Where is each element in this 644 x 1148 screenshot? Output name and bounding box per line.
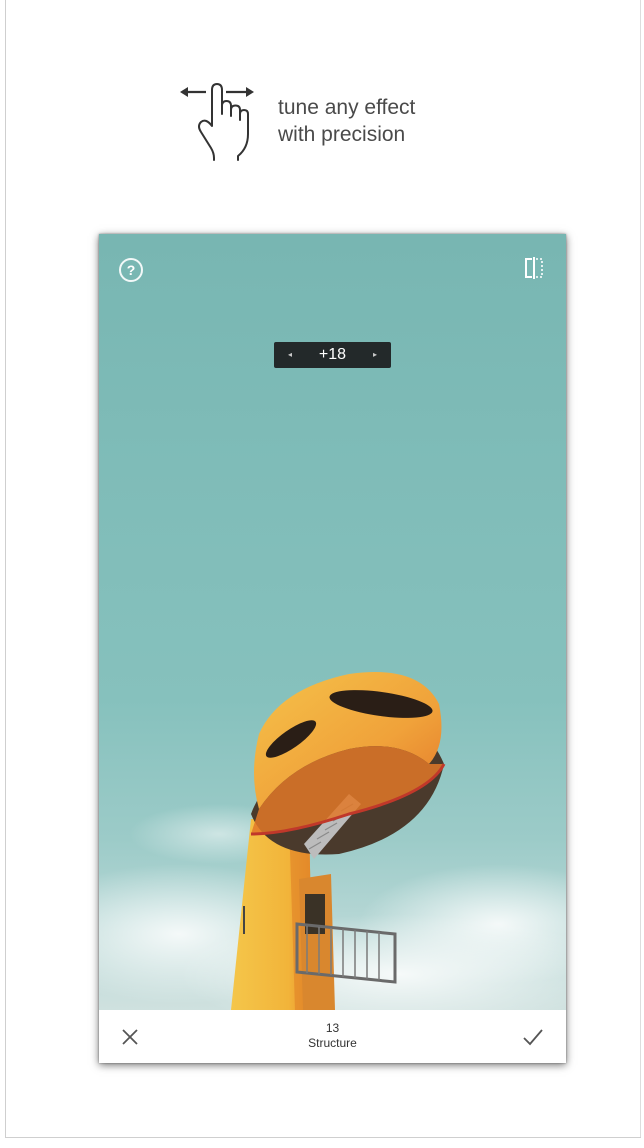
frame-edge-left (5, 0, 6, 1138)
tutorial-hint: tune any effect with precision (178, 80, 478, 164)
adjustment-value-pill[interactable]: ◂ +18 ▸ (274, 342, 391, 368)
question-circle-icon: ? (126, 262, 136, 278)
close-icon (122, 1029, 138, 1045)
swipe-left-right-hand-icon (178, 80, 260, 164)
tool-value: 13 (325, 1021, 340, 1035)
app-screen: tune any effect with precision ? ◂ +18 ▸… (0, 0, 644, 1148)
tool-name: Structure (308, 1036, 357, 1050)
frame-edge-bottom (5, 1137, 641, 1138)
frame-edge-right (640, 0, 641, 1138)
help-button[interactable]: ? (119, 258, 143, 282)
checkmark-icon (523, 1029, 543, 1046)
hint-line-1: tune any effect (278, 96, 416, 119)
compare-button[interactable] (523, 256, 545, 280)
compare-split-icon (525, 257, 543, 279)
cancel-button[interactable] (119, 1026, 141, 1048)
hint-line-2: with precision (278, 123, 406, 146)
bottom-toolbar: 13 Structure (99, 1010, 566, 1063)
apply-button[interactable] (521, 1026, 545, 1048)
increase-arrow-icon[interactable]: ▸ (365, 342, 385, 368)
tool-info: 13 Structure (249, 1021, 416, 1051)
editor-preview: ? ◂ +18 ▸ 13 Structure (99, 234, 566, 1063)
hint-text: tune any effect with precision (278, 94, 415, 148)
